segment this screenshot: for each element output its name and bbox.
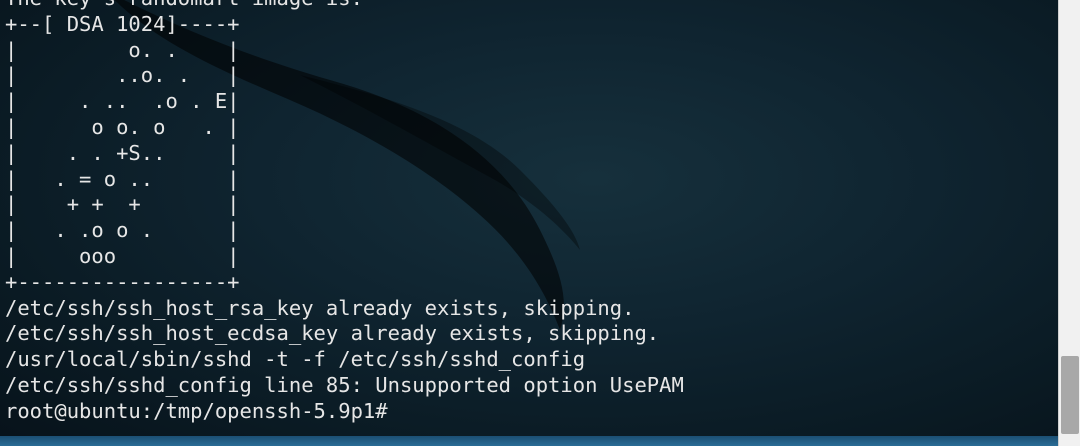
scrollbar-thumb[interactable] bbox=[1061, 356, 1079, 434]
terminal-line: | ooo | bbox=[5, 243, 240, 268]
terminal-line: The key's randomart image is: bbox=[5, 0, 1055, 12]
terminal-line: +-----------------+ bbox=[5, 269, 240, 294]
terminal-line: | . = o .. | bbox=[5, 166, 240, 191]
terminal-line: | + + + | bbox=[5, 192, 240, 217]
terminal-line: /usr/local/sbin/sshd -t -f /etc/ssh/sshd… bbox=[5, 347, 586, 372]
terminal-line: +--[ DSA 1024]----+ bbox=[5, 11, 240, 36]
terminal-output[interactable]: The key's randomart image is:+--[ DSA 10… bbox=[5, 0, 1055, 425]
shell-prompt: root@ubuntu:/tmp/openssh-5.9p1# bbox=[5, 398, 388, 423]
terminal-line: | . .. .o . E| bbox=[5, 89, 240, 114]
vertical-scrollbar[interactable] bbox=[1058, 0, 1080, 446]
terminal-line: /etc/ssh/sshd_config line 85: Unsupporte… bbox=[5, 372, 684, 397]
terminal-window[interactable]: The key's randomart image is:+--[ DSA 10… bbox=[0, 0, 1080, 446]
terminal-line: | o o. o . | bbox=[5, 114, 240, 139]
terminal-line: | . . +S.. | bbox=[5, 140, 240, 165]
terminal-line: /etc/ssh/ssh_host_rsa_key already exists… bbox=[5, 295, 635, 320]
terminal-line: /etc/ssh/ssh_host_ecdsa_key already exis… bbox=[5, 321, 660, 346]
shell-prompt-line[interactable]: root@ubuntu:/tmp/openssh-5.9p1# bbox=[5, 399, 1055, 425]
terminal-line: | . .o o . | bbox=[5, 218, 240, 243]
terminal-line: | o. . | bbox=[5, 37, 240, 62]
terminal-line: | ..o. . | bbox=[5, 63, 240, 88]
taskbar-edge bbox=[0, 436, 1058, 446]
